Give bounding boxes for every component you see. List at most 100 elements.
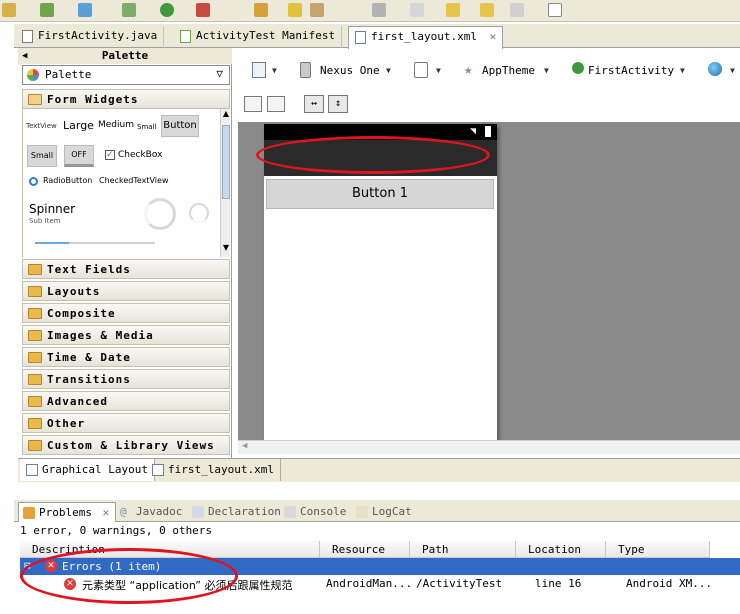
- category-form-widgets[interactable]: Form Widgets: [22, 89, 230, 109]
- progress-icon[interactable]: [189, 203, 209, 223]
- category-images-media[interactable]: Images & Media: [22, 325, 230, 345]
- javadoc-icon: @: [120, 505, 127, 518]
- chevron-down-icon[interactable]: ▼: [436, 66, 441, 75]
- rotate-icon[interactable]: [414, 62, 428, 78]
- widget-textview[interactable]: TextView: [26, 122, 57, 130]
- form-widgets-preview: TextView Large Medium Small Button Small…: [22, 109, 230, 257]
- open-perspective-icon[interactable]: [548, 3, 562, 17]
- tab-first-activity-java[interactable]: FirstActivity.java: [16, 26, 165, 48]
- collapse-left-icon[interactable]: ◀: [22, 48, 27, 64]
- widget-toggle-button[interactable]: OFF: [64, 145, 94, 167]
- new-icon[interactable]: [254, 3, 268, 17]
- locale-globe-icon[interactable]: [708, 62, 722, 76]
- collapse-icon[interactable]: ⊟: [24, 559, 31, 572]
- category-advanced[interactable]: Advanced: [22, 391, 230, 411]
- column-header-description[interactable]: Description: [20, 541, 320, 558]
- scroll-thumb[interactable]: [222, 125, 230, 199]
- activity-select[interactable]: FirstActivity: [588, 64, 674, 77]
- column-header-location[interactable]: Location: [516, 541, 606, 558]
- chevron-down-icon[interactable]: ▼: [544, 66, 549, 75]
- widget-small-button[interactable]: Small: [27, 145, 57, 167]
- run-icon[interactable]: [160, 3, 174, 17]
- chevron-down-icon[interactable]: ▼: [680, 66, 685, 75]
- widget-radio-button[interactable]: RadioButton: [43, 176, 92, 185]
- category-label: Other: [47, 417, 86, 430]
- widget-checkbox[interactable]: CheckBox: [118, 150, 162, 160]
- widget-spinner[interactable]: Spinner: [29, 202, 75, 216]
- palette-scrollbar[interactable]: ▲ ▼: [220, 109, 230, 257]
- category-layouts[interactable]: Layouts: [22, 281, 230, 301]
- back-icon[interactable]: [446, 3, 460, 17]
- toggle-vertical-icon[interactable]: [244, 96, 262, 112]
- widget-sub-item[interactable]: Sub Item: [29, 217, 60, 225]
- column-header-resource[interactable]: Resource: [320, 541, 410, 558]
- widget-large-text[interactable]: Large: [63, 119, 94, 132]
- theme-star-icon: ★: [464, 62, 473, 78]
- tab-declaration[interactable]: Declaration: [188, 502, 287, 522]
- close-icon[interactable]: ✕: [103, 506, 110, 519]
- tab-console[interactable]: Console: [280, 502, 352, 522]
- tab-first-layout-xml[interactable]: first_layout.xml ✕: [348, 26, 504, 49]
- config-chooser-icon[interactable]: [252, 62, 266, 78]
- external-tools-icon[interactable]: [196, 3, 210, 17]
- android-icon[interactable]: [78, 3, 92, 17]
- views-tab-bar: Problems ✕ @ Javadoc Declaration Console…: [14, 500, 740, 522]
- scroll-down-icon[interactable]: ▼: [221, 243, 230, 255]
- checkbox-icon[interactable]: ✓: [105, 150, 115, 160]
- progress-large-icon[interactable]: [144, 198, 176, 230]
- scroll-left-icon[interactable]: ◀: [242, 441, 247, 451]
- category-transitions[interactable]: Transitions: [22, 369, 230, 389]
- chevron-down-icon[interactable]: ▼: [272, 66, 277, 75]
- folder-icon: [28, 396, 42, 407]
- pin-icon[interactable]: [410, 3, 424, 17]
- tab-activitytest-manifest[interactable]: ActivityTest Manifest: [174, 26, 343, 48]
- check-icon[interactable]: [40, 3, 54, 17]
- device-select[interactable]: Nexus One: [320, 64, 380, 77]
- errors-group-row[interactable]: ⊟ ✕ Errors (1 item): [20, 558, 740, 575]
- forward-icon[interactable]: [480, 3, 494, 17]
- column-header-type[interactable]: Type: [606, 541, 710, 558]
- widget-small-text[interactable]: Small: [137, 123, 156, 131]
- theme-select[interactable]: AppTheme: [482, 64, 535, 77]
- chevron-down-icon[interactable]: ▼: [386, 66, 391, 75]
- status-bar: ◥: [264, 124, 497, 140]
- xml-file-icon: [355, 31, 366, 44]
- column-header-path[interactable]: Path: [410, 541, 516, 558]
- fill-height-icon[interactable]: ↕: [328, 95, 348, 113]
- forward-disabled-icon[interactable]: [510, 3, 524, 17]
- tab-logcat[interactable]: LogCat: [352, 502, 418, 522]
- category-other[interactable]: Other: [22, 413, 230, 433]
- category-composite[interactable]: Composite: [22, 303, 230, 323]
- category-custom-library-views[interactable]: Custom & Library Views: [22, 435, 230, 455]
- tab-graphical-layout[interactable]: Graphical Layout: [20, 459, 155, 481]
- category-time-date[interactable]: Time & Date: [22, 347, 230, 367]
- debug-icon[interactable]: [122, 3, 136, 17]
- canvas-horizontal-scrollbar[interactable]: ◀: [238, 440, 740, 454]
- radio-icon[interactable]: [29, 177, 38, 186]
- xml-file-icon: [152, 464, 164, 476]
- palette-header[interactable]: ◀ Palette: [18, 48, 232, 64]
- category-label: Layouts: [47, 285, 101, 298]
- widget-medium-text[interactable]: Medium: [98, 120, 134, 130]
- toolbar-icon[interactable]: [2, 3, 16, 17]
- palette-mode-select[interactable]: Palette ▽: [22, 65, 230, 85]
- tab-label: first_layout.xml: [371, 30, 477, 43]
- tab-first-layout-xml-source[interactable]: first_layout.xml: [146, 459, 281, 481]
- tab-problems[interactable]: Problems ✕: [18, 502, 117, 522]
- next-annotation-icon[interactable]: [372, 3, 386, 17]
- close-icon[interactable]: ✕: [490, 30, 497, 43]
- tab-javadoc[interactable]: @ Javadoc: [116, 502, 188, 522]
- category-text-fields[interactable]: Text Fields: [22, 259, 230, 279]
- fill-width-icon[interactable]: ↔: [304, 95, 324, 113]
- table-row[interactable]: ✕ 元素类型 “application” 必须后跟属性规范 AndroidMan…: [20, 575, 740, 593]
- device-icon: [300, 62, 311, 78]
- button-1[interactable]: Button 1: [266, 179, 494, 209]
- scroll-up-icon[interactable]: ▲: [221, 109, 230, 121]
- toggle-horizontal-icon[interactable]: [267, 96, 285, 112]
- chevron-down-icon[interactable]: ▽: [216, 67, 223, 80]
- chevron-down-icon[interactable]: ▼: [730, 66, 735, 75]
- search-icon[interactable]: [310, 3, 324, 17]
- open-type-icon[interactable]: [288, 3, 302, 17]
- widget-checked-textview[interactable]: CheckedTextView: [99, 176, 169, 185]
- widget-button[interactable]: Button: [161, 115, 199, 137]
